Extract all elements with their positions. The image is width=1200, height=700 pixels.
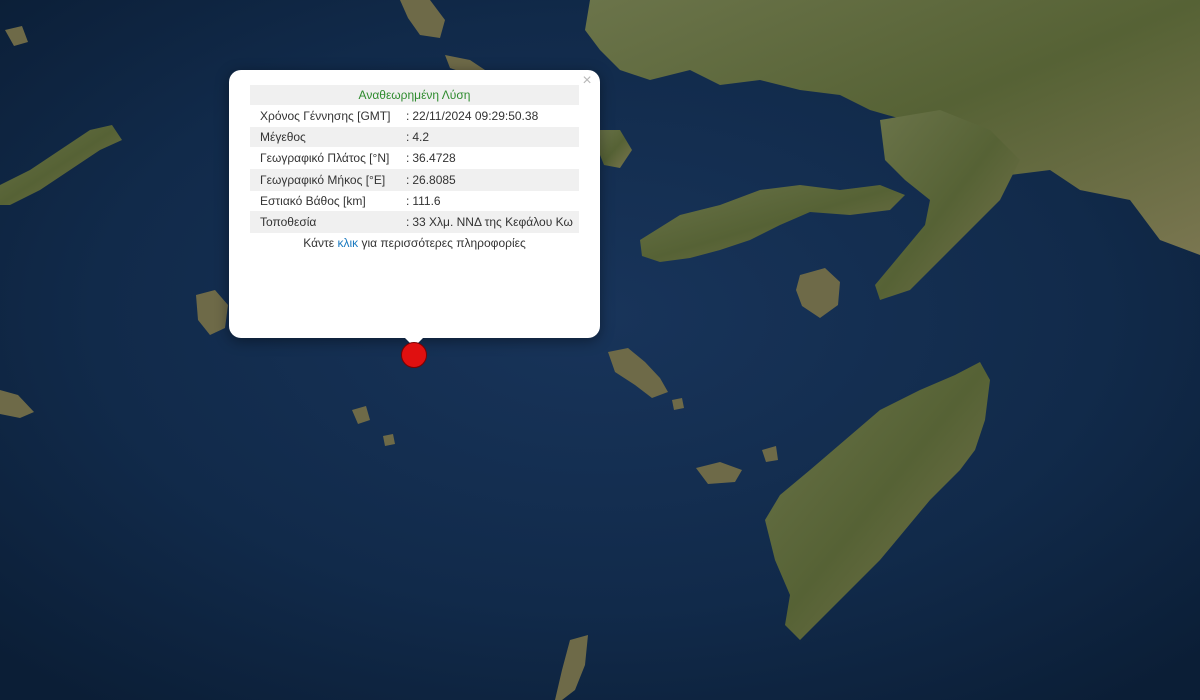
info-value: :33 Χλμ. ΝΝΔ της Κεφάλου Κω	[406, 215, 573, 229]
small-islet-4	[672, 398, 684, 410]
satellite-map[interactable]	[0, 0, 1200, 700]
info-value: :4.2	[406, 130, 430, 144]
epicenter-marker-icon[interactable]	[401, 342, 427, 368]
info-label: Τοποθεσία	[260, 215, 317, 229]
info-label: Γεωγραφικό Μήκος [°E]	[260, 173, 386, 187]
info-row-magnitude: Μέγεθος :4.2	[250, 127, 579, 147]
small-islet-3	[383, 434, 395, 446]
info-value: :26.8085	[406, 173, 456, 187]
popup-content: Αναθεωρημένη Λύση Χρόνος Γέννησης [GMT] …	[250, 85, 579, 250]
info-label: Εστιακό Βάθος [km]	[260, 194, 366, 208]
info-value: :36.4728	[406, 151, 456, 165]
more-info-prefix: Κάντε	[303, 236, 335, 250]
info-label: Γεωγραφικό Πλάτος [°N]	[260, 151, 390, 165]
info-row-location: Τοποθεσία :33 Χλμ. ΝΝΔ της Κεφάλου Κω	[250, 211, 579, 233]
info-row-longitude: Γεωγραφικό Μήκος [°E] :26.8085	[250, 169, 579, 191]
more-info-line: Κάντε κλικ για περισσότερες πληροφορίες	[250, 236, 579, 250]
info-label: Μέγεθος	[260, 130, 306, 144]
info-row-depth: Εστιακό Βάθος [km] :111.6	[250, 191, 579, 211]
info-value: :111.6	[406, 194, 441, 208]
info-row-latitude: Γεωγραφικό Πλάτος [°N] :36.4728	[250, 147, 579, 169]
map-background[interactable]	[0, 0, 1200, 700]
popup-title: Αναθεωρημένη Λύση	[250, 85, 579, 105]
earthquake-info-popup: × Αναθεωρημένη Λύση Χρόνος Γέννησης [GMT…	[229, 70, 600, 338]
info-row-origin-time: Χρόνος Γέννησης [GMT] :22/11/2024 09:29:…	[250, 105, 579, 127]
more-info-link[interactable]: κλικ	[337, 236, 358, 250]
info-label: Χρόνος Γέννησης [GMT]	[260, 109, 391, 123]
more-info-suffix: για περισσότερες πληροφορίες	[361, 236, 526, 250]
close-icon[interactable]: ×	[579, 73, 595, 89]
info-value: :22/11/2024 09:29:50.38	[406, 109, 539, 123]
